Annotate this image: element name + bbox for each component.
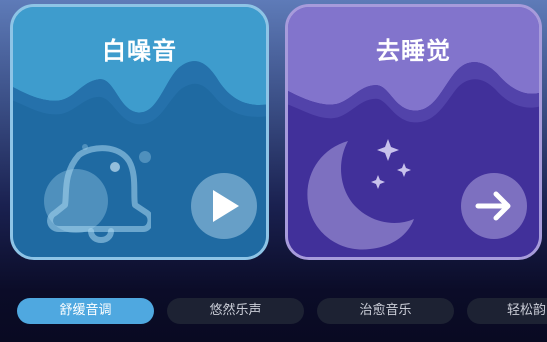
tab-relaxing-rhythm[interactable]: 轻松韵 bbox=[467, 298, 547, 324]
moon-stars-icon bbox=[307, 139, 414, 250]
card-title: 去睡觉 bbox=[376, 37, 451, 65]
tab-leisurely-music[interactable]: 悠然乐声 bbox=[167, 298, 304, 324]
next-button[interactable] bbox=[461, 173, 527, 239]
arrow-right-icon bbox=[475, 191, 511, 221]
sleep-card[interactable]: 去睡觉 bbox=[285, 4, 542, 260]
card-title: 白噪音 bbox=[102, 37, 177, 65]
play-button[interactable] bbox=[191, 173, 257, 239]
tab-soothing-tones[interactable]: 舒缓音调 bbox=[17, 298, 154, 324]
play-icon bbox=[213, 190, 239, 222]
tab-healing-music[interactable]: 治愈音乐 bbox=[317, 298, 454, 324]
category-tabs: 舒缓音调 悠然乐声 治愈音乐 轻松韵 bbox=[0, 298, 547, 328]
white-noise-card[interactable]: 白噪音 bbox=[10, 4, 269, 260]
bell-icon bbox=[44, 144, 151, 243]
